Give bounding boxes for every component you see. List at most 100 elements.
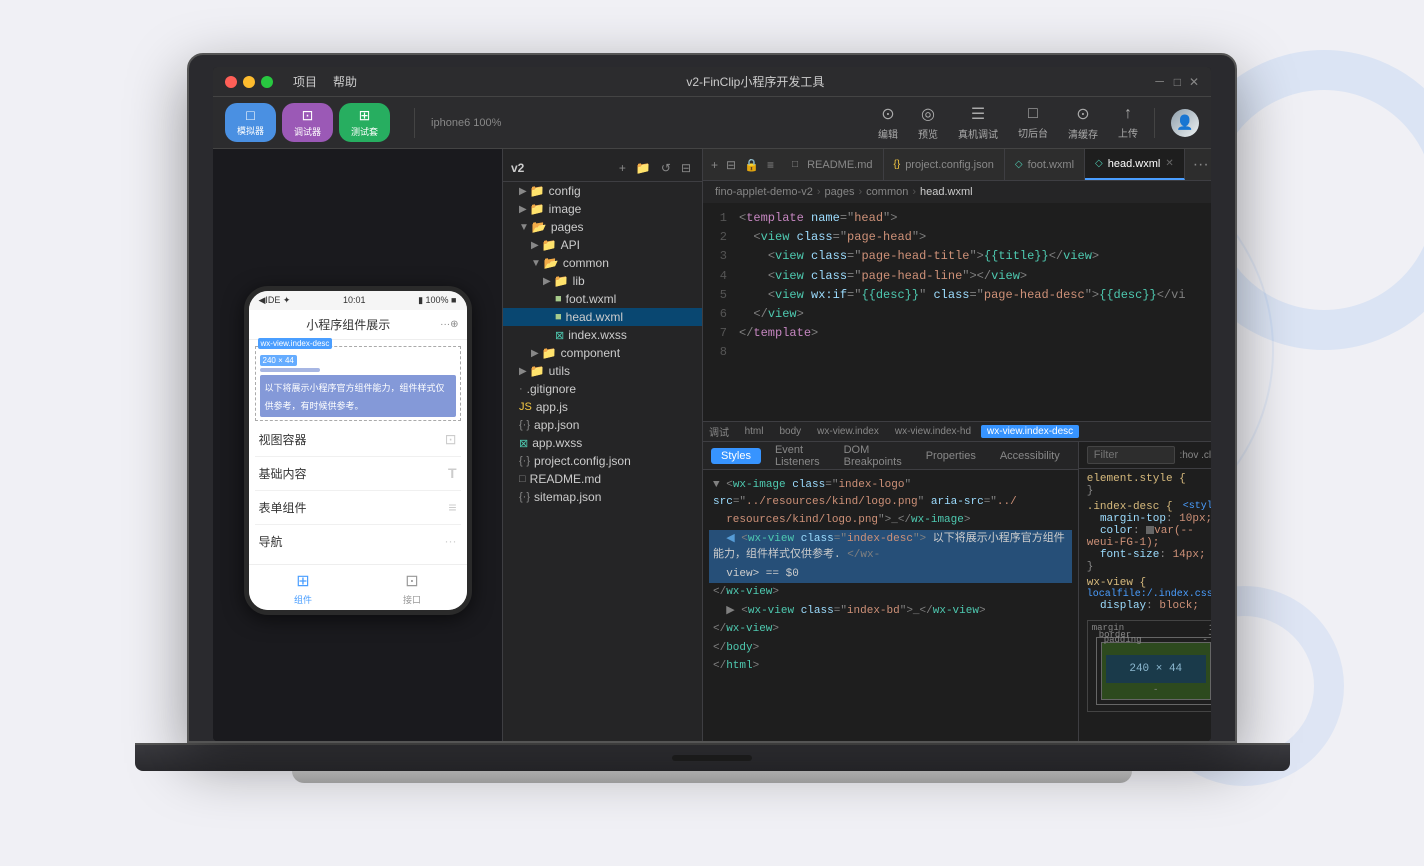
phone-title: 小程序组件展示 — [257, 316, 441, 333]
bottom-tab-component[interactable]: ⊞ 组件 — [294, 571, 312, 606]
action-preview[interactable]: ◎ 预览 — [918, 104, 938, 141]
tree-item-image[interactable]: ▶ 📁 image — [503, 200, 702, 218]
simulator-label: 模拟器 — [237, 124, 264, 137]
tree-item-app-json[interactable]: {·} app.json — [503, 416, 702, 434]
head-tab-close[interactable]: ✕ — [1165, 158, 1173, 169]
sel-body[interactable]: body — [773, 425, 807, 438]
collapse-btn[interactable]: ⊟ — [678, 159, 694, 177]
tab-foot-wxml[interactable]: ◇ foot.wxml — [1005, 149, 1085, 180]
win-square[interactable]: □ — [1174, 75, 1181, 89]
tab-lock-btn[interactable]: 🔒 — [744, 158, 759, 172]
mode-simulator[interactable]: □ 模拟器 — [225, 103, 276, 142]
refresh-btn[interactable]: ↺ — [658, 159, 674, 177]
action-clear-cache[interactable]: ⊙ 清缓存 — [1068, 104, 1098, 141]
nav-item-2[interactable]: 基础内容 T — [255, 457, 461, 491]
tab-head-wxml[interactable]: ◇ head.wxml ✕ — [1085, 149, 1185, 180]
code-line-1: 1 <template name="head"> — [703, 209, 1211, 228]
element-style-selector: element.style { — [1087, 473, 1186, 485]
inspector-tab-styles[interactable]: Styles — [711, 448, 761, 464]
sel-index-hd[interactable]: wx-view.index-hd — [889, 425, 977, 438]
tabs-bar: + ⊟ 🔒 ≡ □ README.md {} proj — [703, 149, 1211, 181]
tree-item-config[interactable]: ▶ 📁 config — [503, 182, 702, 200]
new-folder-btn[interactable]: 📁 — [633, 159, 654, 177]
nav-icon-3: ≡ — [448, 499, 456, 515]
highlight-bar — [260, 368, 320, 372]
action-background[interactable]: □ 切后台 — [1018, 105, 1048, 140]
tree-item-common[interactable]: ▼ 📂 common — [503, 254, 702, 272]
user-avatar[interactable]: 👤 — [1171, 109, 1199, 137]
project-config-label: project.config.json — [534, 454, 631, 468]
tab-new-btn[interactable]: + — [711, 158, 718, 172]
line-num-8: 8 — [703, 343, 739, 362]
win-minus[interactable]: － — [1154, 73, 1166, 90]
tree-item-pages[interactable]: ▼ 📂 pages — [503, 218, 702, 236]
close-button[interactable] — [225, 76, 237, 88]
pages-arrow: ▼ — [519, 222, 529, 233]
tree-item-gitignore[interactable]: · .gitignore — [503, 380, 702, 398]
tree-item-index-wxss[interactable]: ⊠ index.wxss — [503, 326, 702, 344]
nav-item-3[interactable]: 表单组件 ≡ — [255, 491, 461, 525]
sep-2: › — [859, 186, 863, 198]
tree-item-readme[interactable]: □ README.md — [503, 470, 702, 488]
tabs-more[interactable]: ··· — [1185, 156, 1211, 174]
prop-display: display — [1100, 600, 1146, 612]
win-close[interactable]: ✕ — [1189, 75, 1199, 89]
html-line-3[interactable]: ◀ <wx-view class="index-desc"> 以下将展示小程序官… — [709, 530, 1072, 565]
clear-cache-label: 清缓存 — [1068, 126, 1098, 141]
mode-test[interactable]: ⊞ 测试套 — [339, 103, 390, 142]
breadcrumb-4: head.wxml — [920, 186, 973, 198]
common-arrow: ▼ — [531, 258, 541, 269]
common-folder-icon: 📂 — [544, 256, 559, 270]
minimize-button[interactable] — [243, 76, 255, 88]
mode-debugger[interactable]: ⊡ 调试器 — [282, 103, 333, 142]
wx-view-source[interactable]: localfile:/.index.css:2 — [1087, 589, 1211, 600]
html-line-4[interactable]: view> == $0 — [709, 565, 1072, 584]
sel-index[interactable]: wx-view.index — [811, 425, 885, 438]
bottom-tab-interface[interactable]: ⊡ 接口 — [403, 571, 421, 606]
filter-input[interactable] — [1087, 446, 1176, 464]
code-editor[interactable]: 1 <template name="head"> 2 <view class="… — [703, 203, 1211, 421]
sel-index-desc[interactable]: wx-view.index-desc — [981, 425, 1079, 438]
tree-item-component[interactable]: ▶ 📁 component — [503, 344, 702, 362]
maximize-button[interactable] — [261, 76, 273, 88]
index-wxss-icon: ⊠ — [555, 329, 564, 342]
menu-item-project[interactable]: 项目 — [293, 73, 317, 90]
index-desc-source[interactable]: <style> — [1183, 501, 1211, 512]
tree-item-sitemap[interactable]: {·} sitemap.json — [503, 488, 702, 506]
tree-item-utils[interactable]: ▶ 📁 utils — [503, 362, 702, 380]
upload-label: 上传 — [1118, 125, 1138, 140]
nav-item-1[interactable]: 视图容器 ⊡ — [255, 423, 461, 457]
tab-menu-btn[interactable]: ≡ — [767, 158, 774, 172]
tree-item-lib[interactable]: ▶ 📁 lib — [503, 272, 702, 290]
inspector-tab-breakpoints[interactable]: DOM Breakpoints — [834, 442, 912, 470]
head-wxml-label: head.wxml — [566, 310, 623, 324]
nav-item-4[interactable]: 导航 ··· — [255, 525, 461, 558]
action-upload[interactable]: ↑ 上传 — [1118, 105, 1138, 140]
tree-item-app-wxss[interactable]: ⊠ app.wxss — [503, 434, 702, 452]
tree-item-app-js[interactable]: JS app.js — [503, 398, 702, 416]
tree-item-head-wxml[interactable]: ■ head.wxml — [503, 308, 702, 326]
tab-split-btn[interactable]: ⊟ — [726, 158, 736, 172]
tree-item-api[interactable]: ▶ 📁 API — [503, 236, 702, 254]
utils-folder-icon: 📁 — [530, 364, 545, 378]
code-line-7: 7 </template> — [703, 324, 1211, 343]
file-tree-title: v2 — [511, 161, 612, 175]
tab-readme[interactable]: □ README.md — [782, 149, 883, 180]
component-arrow: ▶ — [531, 348, 539, 359]
action-device-debug[interactable]: ☰ 真机调试 — [958, 104, 998, 141]
new-file-btn[interactable]: + — [616, 159, 629, 177]
inspector-tab-accessibility[interactable]: Accessibility — [990, 448, 1070, 464]
foot-tab-icon: ◇ — [1015, 159, 1023, 170]
style-rule-element: element.style { } — [1087, 473, 1211, 497]
inspector-tab-properties[interactable]: Properties — [916, 448, 986, 464]
styles-content: element.style { } .index-desc { <style> … — [1079, 469, 1211, 741]
menu-item-help[interactable]: 帮助 — [333, 73, 357, 90]
val-display: block; — [1159, 600, 1199, 612]
sel-html[interactable]: html — [739, 425, 770, 438]
interface-label: 接口 — [403, 593, 421, 606]
action-edit[interactable]: ⊙ 编辑 — [878, 104, 898, 141]
tree-item-project-config[interactable]: {·} project.config.json — [503, 452, 702, 470]
tab-project-config[interactable]: {} project.config.json — [884, 149, 1005, 180]
inspector-tab-events[interactable]: Event Listeners — [765, 442, 830, 470]
tree-item-foot-wxml[interactable]: ■ foot.wxml — [503, 290, 702, 308]
